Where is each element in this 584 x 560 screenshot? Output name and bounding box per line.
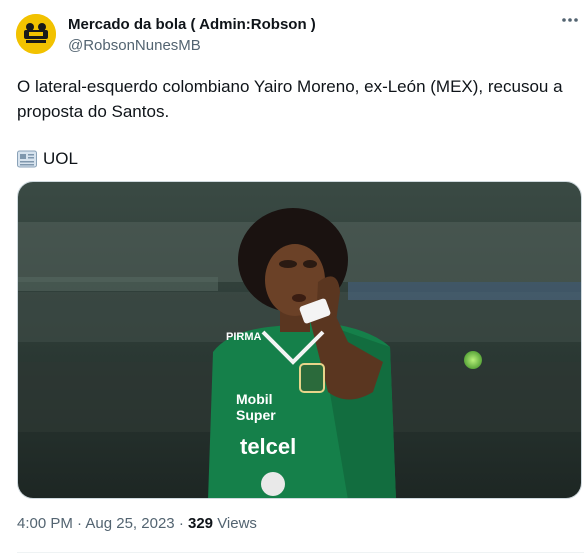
source-label: UOL: [43, 149, 78, 168]
avatar[interactable]: [16, 14, 56, 54]
meta-separator: ·: [178, 515, 184, 532]
club-crest-icon: [299, 363, 325, 393]
tweet-date[interactable]: Aug 25, 2023: [85, 515, 174, 532]
tweet-photo[interactable]: Mobil Super telcel PIRMA: [17, 181, 582, 499]
author-handle[interactable]: @RobsonNunesMB: [68, 37, 201, 54]
jersey-sponsor-2: telcel: [240, 434, 296, 459]
divider: [17, 552, 584, 553]
views-label: Views: [217, 515, 257, 532]
tweet-meta: 4:00 PM · Aug 25, 2023 · 329 Views: [17, 515, 257, 532]
more-options-icon[interactable]: [560, 10, 580, 30]
tweet-time[interactable]: 4:00 PM: [17, 515, 73, 532]
views-count: 329: [187, 515, 214, 532]
tweet: Mercado da bola ( Admin:Robson ) @Robson…: [0, 0, 584, 560]
newspaper-icon: [17, 150, 37, 167]
jersey-brand: PIRMA: [226, 331, 262, 343]
jersey-sponsor-1: Mobil: [236, 391, 273, 407]
player-photo: Mobil Super telcel PIRMA: [18, 182, 581, 498]
sponsor-logo-icon: [261, 472, 285, 496]
tweet-text: O lateral-esquerdo colombiano Yairo More…: [17, 77, 563, 121]
jersey-sponsor-1b: Super: [236, 407, 276, 423]
meta-separator: ·: [77, 515, 83, 532]
tweet-source: UOL: [17, 146, 78, 171]
logo-icon: [16, 14, 56, 54]
author-name[interactable]: Mercado da bola ( Admin:Robson ): [68, 16, 316, 33]
